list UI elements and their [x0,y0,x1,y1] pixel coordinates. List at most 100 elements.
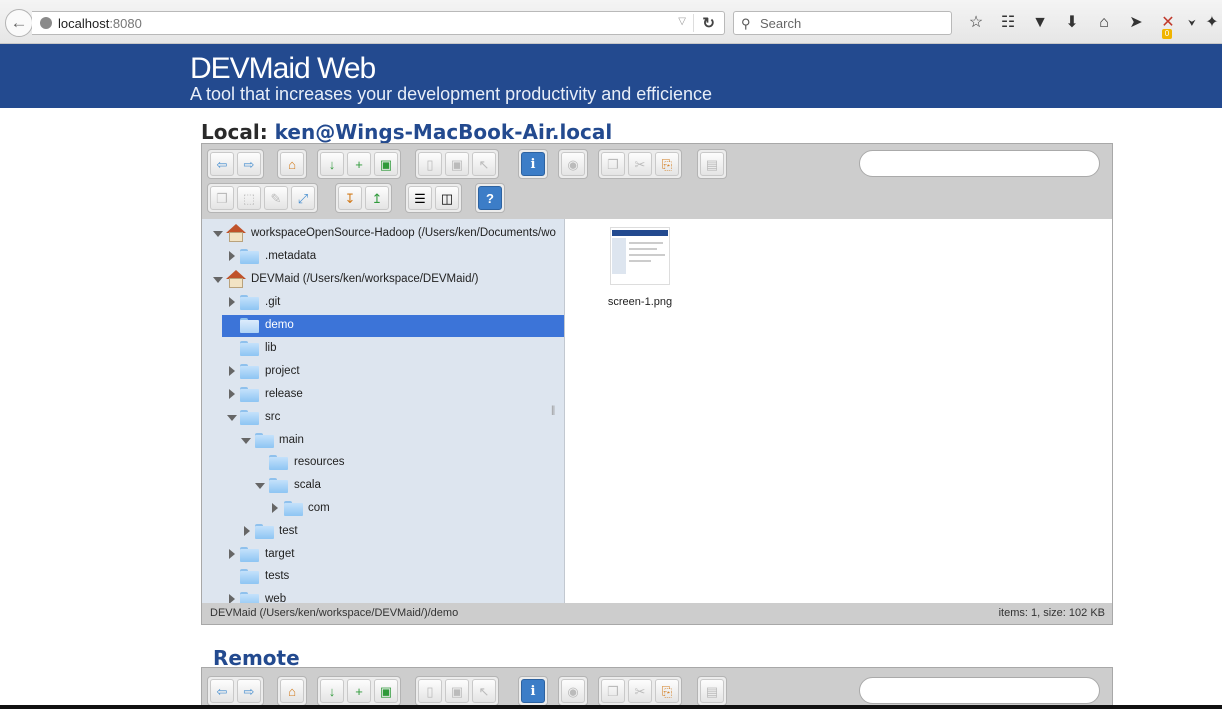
tree-item[interactable]: lib [202,338,564,360]
view-icons-icon[interactable]: ◫ [435,186,459,210]
view-list-icon[interactable]: ☰ [408,186,432,210]
compress-icon[interactable]: ↥ [365,186,389,210]
tree-item-label: release [265,388,303,400]
browser-search-input[interactable]: ⚲ Search [733,11,952,35]
collapse-arrow-icon[interactable] [244,526,250,536]
expand-arrow-icon[interactable] [213,231,223,237]
local-heading: Local: ken@Wings-MacBook-Air.local [201,120,612,144]
collapse-arrow-icon[interactable] [229,389,235,399]
collapse-arrow-icon[interactable] [229,297,235,307]
copy-icon[interactable]: ❐ [601,152,625,176]
tree-item[interactable]: tests [202,566,564,588]
remote-nav-group: ⇦ ⇨ [207,676,264,706]
new-file-icon[interactable]: + [347,679,371,703]
downloads-icon[interactable]: ⬇ [1056,12,1088,34]
browser-chrome: ← localhost:8080 ▽ ↻ ⚲ Search ☆ ☷ ▼ ⬇ ⌂ … [0,0,1222,44]
tree-item-label: project [265,365,300,377]
paste-icon[interactable]: ⎘ [655,679,679,703]
reload-icon[interactable]: ↻ [702,14,715,32]
send-icon[interactable]: ➤ [1120,12,1152,34]
tree-item[interactable]: main [202,430,564,452]
help-icon[interactable]: ? [478,186,502,210]
home-icon[interactable]: ⌂ [1088,12,1120,34]
home-group: ⌂ [277,149,307,179]
copy-file-icon[interactable]: ▯ [418,152,442,176]
url-text[interactable]: localhost:8080 [58,16,142,31]
save-as-icon[interactable]: ▣ [445,152,469,176]
select-all-icon[interactable]: ⬚ [237,186,261,210]
collapse-arrow-icon[interactable] [229,366,235,376]
tree-item[interactable]: workspaceOpenSource-Hadoop (/Users/ken/D… [202,223,564,245]
open-icon[interactable]: ↓ [320,152,344,176]
paste-icon[interactable]: ⎘ [655,152,679,176]
image-thumbnail-icon[interactable] [610,227,670,285]
tree-item[interactable]: .metadata [202,246,564,268]
collapse-arrow-icon[interactable] [229,594,235,603]
extract-icon[interactable]: ↧ [338,186,362,210]
save-as-icon[interactable]: ▣ [445,679,469,703]
chevron-down-icon[interactable]: ⮟ [1184,12,1200,34]
status-path: DEVMaid (/Users/ken/workspace/DEVMaid/)/… [210,607,459,619]
tree-item[interactable]: com [202,498,564,520]
forward-icon[interactable]: ⇨ [237,152,261,176]
collapse-arrow-icon[interactable] [272,503,278,513]
tree-item[interactable]: web [202,589,564,603]
expand-arrow-icon[interactable] [213,277,223,283]
collapse-arrow-icon[interactable] [229,251,235,261]
back-icon[interactable]: ⇦ [210,679,234,703]
archive-icon[interactable]: ▤ [700,152,724,176]
cut-icon[interactable]: ✂ [628,152,652,176]
tree-item[interactable]: DEVMaid (/Users/ken/workspace/DEVMaid/) [202,269,564,291]
save-icon[interactable]: ▣ [374,152,398,176]
tree-item[interactable]: project [202,361,564,383]
save-icon[interactable]: ▣ [374,679,398,703]
collapse-arrow-icon[interactable] [229,549,235,559]
preview-eye-icon[interactable]: ◉ [561,679,585,703]
info-icon[interactable]: i [521,679,545,703]
archive-icon[interactable]: ▤ [700,679,724,703]
tree-item[interactable]: target [202,544,564,566]
tree-item-selected[interactable]: demo [222,315,564,337]
back-arrow-icon[interactable]: ← [5,9,33,37]
bookmark-star-icon[interactable]: ☆ [960,12,992,34]
expand-arrow-icon[interactable] [255,483,265,489]
extension-icon[interactable]: ✦ [1200,12,1222,34]
cursor-icon[interactable]: ↖ [472,679,496,703]
preview-eye-icon[interactable]: ◉ [561,152,585,176]
url-port: :8080 [109,16,142,31]
remote-preview-group: ◉ [558,676,588,706]
remote-archive-group: ▤ [697,676,727,706]
file-search-input[interactable] [859,150,1100,177]
tree-item[interactable]: src [202,407,564,429]
copy-icon[interactable]: ❐ [601,679,625,703]
home-folder-icon[interactable]: ⌂ [280,679,304,703]
resize-icon[interactable]: ⤢ [291,186,315,210]
expand-arrow-icon[interactable] [227,415,237,421]
cursor-icon[interactable]: ↖ [472,152,496,176]
back-icon[interactable]: ⇦ [210,152,234,176]
tree-item[interactable]: scala [202,475,564,497]
new-file-icon[interactable]: + [347,152,371,176]
url-bar[interactable]: localhost:8080 ▽ ↻ [32,11,725,35]
open-icon[interactable]: ↓ [320,679,344,703]
remote-search-input[interactable] [859,677,1100,704]
folder-icon [269,455,288,470]
expand-arrow-icon[interactable] [241,438,251,444]
forward-icon[interactable]: ⇨ [237,679,261,703]
file-name[interactable]: screen-1.png [595,296,685,308]
url-dropdown-icon[interactable]: ▽ [678,16,686,27]
rename-icon[interactable]: ✎ [264,186,288,210]
tree-item[interactable]: resources [202,452,564,474]
copy-file-icon[interactable]: ▯ [418,679,442,703]
reading-list-icon[interactable]: ☷ [992,12,1024,34]
info-icon[interactable]: i [521,152,545,176]
tree-item[interactable]: .git [202,292,564,314]
pocket-icon[interactable]: ▼ [1024,12,1056,34]
duplicate-icon[interactable]: ❐ [210,186,234,210]
pane-resize-handle[interactable]: || [551,405,555,416]
tree-item[interactable]: release [202,384,564,406]
file-manager-toolbar: ⇦ ⇨ ⌂ ↓ + ▣ ▯ ▣ ↖ i ◉ ❐ ✂ ⎘ ▤ ❐ ⬚ ✎ ⤢ ↧ … [202,144,1112,219]
cut-icon[interactable]: ✂ [628,679,652,703]
home-folder-icon[interactable]: ⌂ [280,152,304,176]
tree-item[interactable]: test [202,521,564,543]
